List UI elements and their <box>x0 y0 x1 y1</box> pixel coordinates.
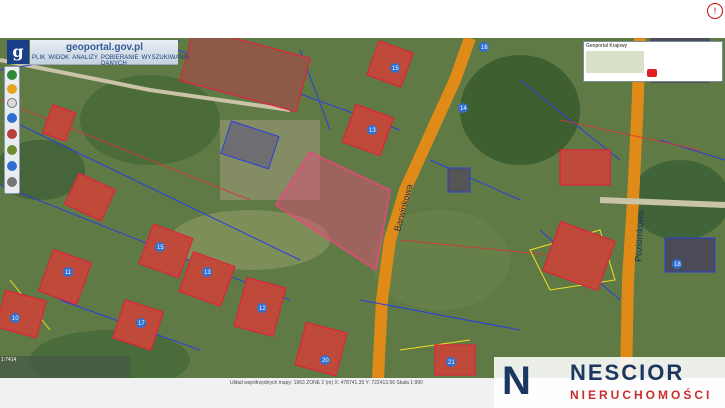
menu-widok[interactable]: WIDOK <box>48 55 69 67</box>
menu-wyszukiwanie[interactable]: WYSZUKIWANIE <box>142 55 190 67</box>
minus-icon[interactable] <box>7 98 17 108</box>
parcel-13: 13 <box>204 270 211 276</box>
parcel-15: 15 <box>157 245 164 251</box>
parcel-18: 18 <box>674 262 681 268</box>
parcel-14: 14 <box>460 106 467 112</box>
parcel-16: 16 <box>481 45 488 51</box>
parcel-11: 11 <box>65 270 72 276</box>
ruler-icon[interactable] <box>7 129 17 139</box>
scale-label: 1:7414 <box>1 357 17 363</box>
info-icon[interactable] <box>7 161 17 171</box>
parcel-15a: 15 <box>392 66 399 72</box>
parcel-21: 21 <box>448 360 455 366</box>
watermark-subtitle: NIERUCHOMOŚCI <box>570 388 713 402</box>
parcel-20: 20 <box>322 358 329 364</box>
top-bar: ! <box>0 0 725 38</box>
print-icon[interactable] <box>7 177 17 187</box>
watermark-title: NESCIOR <box>570 360 685 385</box>
youtube-icon[interactable] <box>647 69 657 77</box>
plus-icon[interactable] <box>7 84 17 94</box>
map-toolbar <box>4 66 20 194</box>
layers-icon[interactable] <box>7 145 17 155</box>
overview-title: Geoportal Krajowy <box>586 43 628 49</box>
globe-icon[interactable] <box>7 70 17 80</box>
parcel-10: 10 <box>12 316 19 322</box>
menu-analizy[interactable]: ANALIZY <box>72 55 98 67</box>
scale-box: 1:7414 <box>0 356 130 378</box>
home-icon[interactable] <box>7 113 17 123</box>
brand-title: geoportal.gov.pl <box>66 42 144 53</box>
watermark: N NESCIOR NIERUCHOMOŚCI <box>494 357 725 408</box>
parcel-12: 12 <box>259 306 266 312</box>
overview-panel: Geoportal Krajowy <box>583 41 723 82</box>
menu-plik[interactable]: PLIK <box>32 55 45 67</box>
menu-pobieranie-danych[interactable]: POBIERANIE DANYCH <box>101 55 139 67</box>
menu-bar: geoportal.gov.pl PLIK WIDOK ANALIZY POBI… <box>30 40 190 67</box>
geoportal-logo[interactable]: g <box>7 40 29 64</box>
status-text: Układ współrzędnych mapy: 1963 ZONE 2 (m… <box>230 380 423 386</box>
parcel-13a: 13 <box>369 128 376 134</box>
close-icon[interactable]: ! <box>707 3 723 19</box>
overview-map[interactable] <box>586 51 644 73</box>
parcel-17: 17 <box>138 321 145 327</box>
watermark-logo: N <box>502 359 531 403</box>
